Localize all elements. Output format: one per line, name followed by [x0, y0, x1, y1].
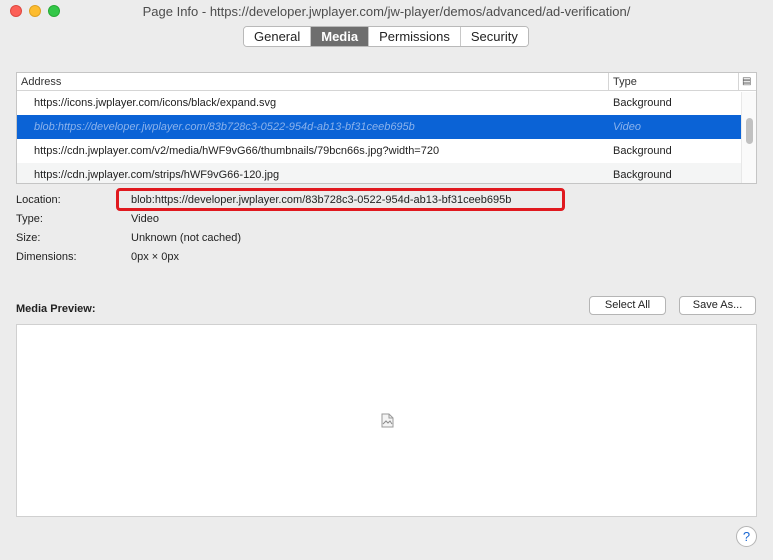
save-as-button[interactable]: Save As...	[679, 296, 756, 315]
row-address: blob:https://developer.jwplayer.com/83b7…	[34, 121, 415, 133]
row-type: Background	[613, 145, 672, 157]
table-row[interactable]: https://cdn.jwplayer.com/strips/hWF9vG66…	[17, 163, 756, 183]
size-label: Size:	[16, 232, 41, 244]
location-highlight	[116, 188, 565, 211]
type-label: Type:	[16, 213, 43, 225]
row-type: Video	[613, 121, 641, 133]
scrollbar-thumb[interactable]	[746, 118, 753, 144]
column-header-address[interactable]: Address	[17, 73, 609, 90]
table-row-selected[interactable]: blob:https://developer.jwplayer.com/83b7…	[17, 115, 756, 139]
broken-image-icon	[381, 413, 394, 428]
column-picker-button[interactable]: ▤	[739, 73, 756, 90]
column-picker-icon: ▤	[742, 76, 752, 87]
tab-general[interactable]: General	[244, 27, 312, 46]
tab-bar: General Media Permissions Security	[243, 26, 529, 47]
tab-media[interactable]: Media	[311, 27, 370, 46]
list-header: Address Type ▤	[17, 73, 756, 91]
type-value: Video	[131, 213, 159, 225]
help-button[interactable]: ?	[736, 526, 757, 547]
table-row[interactable]: https://cdn.jwplayer.com/v2/media/hWF9vG…	[17, 139, 756, 163]
window-title: Page Info - https://developer.jwplayer.c…	[142, 4, 631, 19]
row-address: https://cdn.jwplayer.com/strips/hWF9vG66…	[34, 169, 280, 181]
row-type: Background	[613, 169, 672, 181]
location-label: Location:	[16, 194, 61, 206]
media-list[interactable]: Address Type ▤ https://icons.jwplayer.co…	[16, 72, 757, 184]
dimensions-value: 0px × 0px	[131, 251, 180, 263]
media-preview-label: Media Preview:	[16, 303, 96, 315]
tab-permissions[interactable]: Permissions	[369, 27, 461, 46]
tab-security[interactable]: Security	[460, 27, 528, 46]
select-all-button[interactable]: Select All	[589, 296, 666, 315]
dimensions-label: Dimensions:	[16, 251, 77, 263]
title-bar: Page Info - https://developer.jwplayer.c…	[0, 0, 773, 24]
list-scrollbar[interactable]	[741, 92, 756, 183]
row-address: https://icons.jwplayer.com/icons/black/e…	[34, 97, 277, 109]
column-header-type[interactable]: Type	[609, 73, 739, 90]
row-address: https://cdn.jwplayer.com/v2/media/hWF9vG…	[34, 145, 440, 157]
media-preview-pane	[16, 324, 757, 517]
size-value: Unknown (not cached)	[131, 232, 242, 244]
table-row[interactable]: https://icons.jwplayer.com/icons/black/e…	[17, 91, 756, 115]
row-type: Background	[613, 97, 672, 109]
